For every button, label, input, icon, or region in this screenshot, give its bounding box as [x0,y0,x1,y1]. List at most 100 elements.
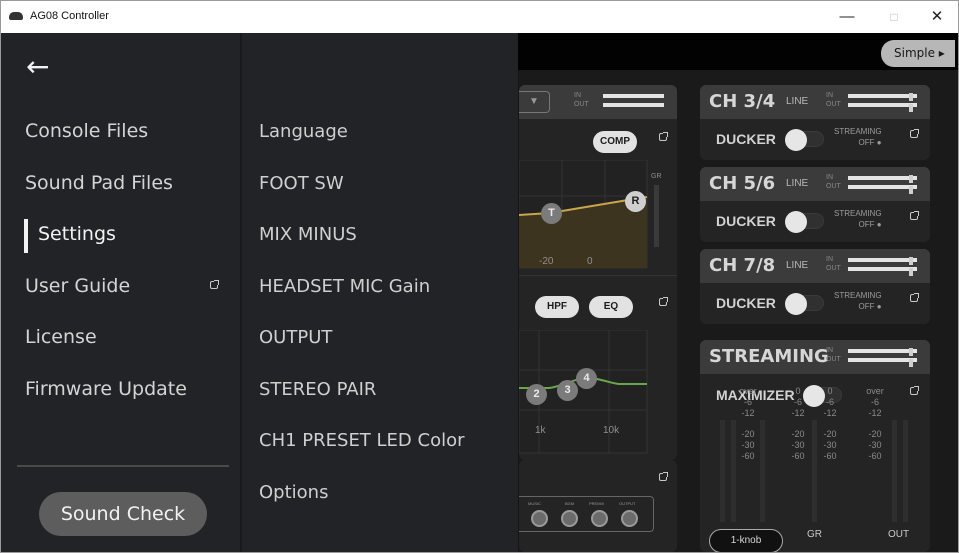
settings-item-language[interactable]: Language [259,121,348,142]
ducker-label: DUCKER [716,295,776,311]
music-knob[interactable] [531,510,548,527]
in-meter-right [731,420,736,522]
knob-label: PREMIX [589,501,605,506]
output-panel-partial: MUSIC BGM PREMIX OUTPUT [519,460,677,552]
meter-out-label: OUT [888,529,910,540]
ducker-toggle[interactable] [785,211,824,233]
settings-item-stereo-pair[interactable]: STEREO PAIR [259,379,376,400]
comp-button[interactable]: COMP [593,131,637,153]
streaming-title: STREAMING [709,346,829,367]
ducker-toggle[interactable] [785,293,824,315]
out-meter-right [903,420,908,522]
app-logo-icon [9,12,23,20]
app-content: Simple ▸ ▼ IN OUT COMP GR T R -20 0 HPF … [1,33,958,552]
axis-label: 1k [535,425,546,436]
menu-item-sound-pad-files[interactable]: Sound Pad Files [25,172,173,194]
channel-panel-ch56: CH 5/6 LINE IN OUT DUCKER STREAMING OFF ● [700,167,930,242]
level-meter [824,347,917,368]
one-knob-button[interactable]: 1-knob [709,529,783,552]
gr-label: GR [651,173,662,180]
gr-meter-left [760,420,765,522]
input-type: LINE [786,178,809,189]
eq-node-2[interactable]: 2 [526,384,547,405]
window-title: AG08 Controller [30,10,109,22]
menu-item-console-files[interactable]: Console Files [25,120,148,142]
mixer-area: ▼ IN OUT COMP GR T R -20 0 HPF EQ 2 3 4 … [519,70,958,552]
channel-panel-ch34: CH 3/4 LINE IN OUT DUCKER STREAMING OFF ● [700,85,930,160]
ducker-label: DUCKER [716,131,776,147]
knob-label: MUSIC [528,501,541,506]
menu-item-firmware-update[interactable]: Firmware Update [25,378,187,400]
channel-header: CH 5/6 LINE IN OUT [700,167,930,201]
axis-label: -20 [539,256,554,267]
menu-item-license[interactable]: License [25,326,97,348]
menu-column-divider [240,33,242,552]
settings-item-output[interactable]: OUTPUT [259,327,332,348]
settings-item-ch1-preset-led-color[interactable]: CH1 PRESET LED Color [259,430,465,451]
hpf-button[interactable]: HPF [535,296,579,318]
settings-item-headset-mic-gain[interactable]: HEADSET MIC Gain [259,276,430,297]
settings-item-foot-sw[interactable]: FOOT SW [259,173,344,194]
channel-title: CH 5/6 [709,173,776,194]
channel-title: CH 3/4 [709,91,776,112]
output-knob[interactable] [621,510,638,527]
ducker-toggle[interactable] [785,129,824,151]
input-type: LINE [786,96,809,107]
streaming-status[interactable]: STREAMING OFF ● [834,208,882,230]
streaming-status[interactable]: STREAMING OFF ● [834,126,882,148]
level-meter [824,256,917,277]
streaming-status[interactable]: STREAMING OFF ● [834,290,882,312]
knob-group: MUSIC BGM PREMIX OUTPUT [519,496,654,532]
threshold-node[interactable]: T [541,203,562,224]
streaming-panel: STREAMING IN OUT MAXIMIZER over -6 -12 -20 -3… [700,340,930,552]
level-meter [824,92,917,113]
knob-label: OUTPUT [619,501,636,506]
settings-item-options[interactable]: Options [259,482,328,503]
app-window: AG08 Controller — □ ✕ Simple ▸ ▼ IN OUT C… [0,0,959,553]
channel-header: CH 3/4 LINE IN OUT [700,85,930,119]
eq-node-3[interactable]: 3 [557,380,578,401]
axis-label: 0 [587,256,593,267]
back-arrow-icon[interactable]: ← [26,53,56,83]
out-scale: over -6 -12 -20 -30 -60 [866,386,884,461]
menu-item-user-guide[interactable]: User Guide [25,275,130,297]
gr-scale-right: 0 -6 -12 -20 -30 -60 [823,386,837,461]
in-meter-left [720,420,725,522]
gr-meter [654,185,659,247]
select-arrow-icon[interactable]: ▼ [519,91,550,113]
divider [519,275,677,276]
external-link-icon[interactable] [910,129,919,138]
level-meter [603,92,664,113]
settings-item-mix-minus[interactable]: MIX MINUS [259,224,357,245]
ratio-node[interactable]: R [625,191,646,212]
simple-mode-button[interactable]: Simple ▸ [881,40,955,67]
in-scale: over -6 -12 -20 -30 -60 [739,386,757,461]
axis-label: 10k [603,425,620,436]
menu-item-settings[interactable]: Settings [38,223,116,245]
external-link-icon[interactable] [910,293,919,302]
external-link-icon[interactable] [910,211,919,220]
active-indicator [24,219,28,253]
menu-separator [17,465,229,467]
bgm-knob[interactable] [561,510,578,527]
settings-menu: ← Console Files Sound Pad Files Settings… [1,33,518,552]
title-bar: AG08 Controller — □ ✕ [1,1,958,33]
close-button[interactable]: ✕ [920,5,954,29]
eq-button[interactable]: EQ [589,296,633,318]
channel-panel-partial: ▼ IN OUT COMP GR T R -20 0 HPF EQ 2 3 4 … [519,85,677,460]
sound-check-button[interactable]: Sound Check [39,492,207,536]
external-link-icon[interactable] [659,472,668,481]
streaming-header: STREAMING IN OUT [700,340,930,374]
external-link-icon[interactable] [659,297,668,306]
external-link-icon[interactable] [659,132,668,141]
external-link-icon[interactable] [910,386,919,395]
maximize-button[interactable]: □ [877,5,911,29]
level-meter [824,174,917,195]
gr-meter-right [812,420,817,522]
premix-knob[interactable] [591,510,608,527]
channel-title: CH 7/8 [709,255,776,276]
external-link-icon[interactable] [210,280,219,289]
eq-node-4[interactable]: 4 [576,368,597,389]
input-type: LINE [786,260,809,271]
minimize-button[interactable]: — [830,5,864,29]
